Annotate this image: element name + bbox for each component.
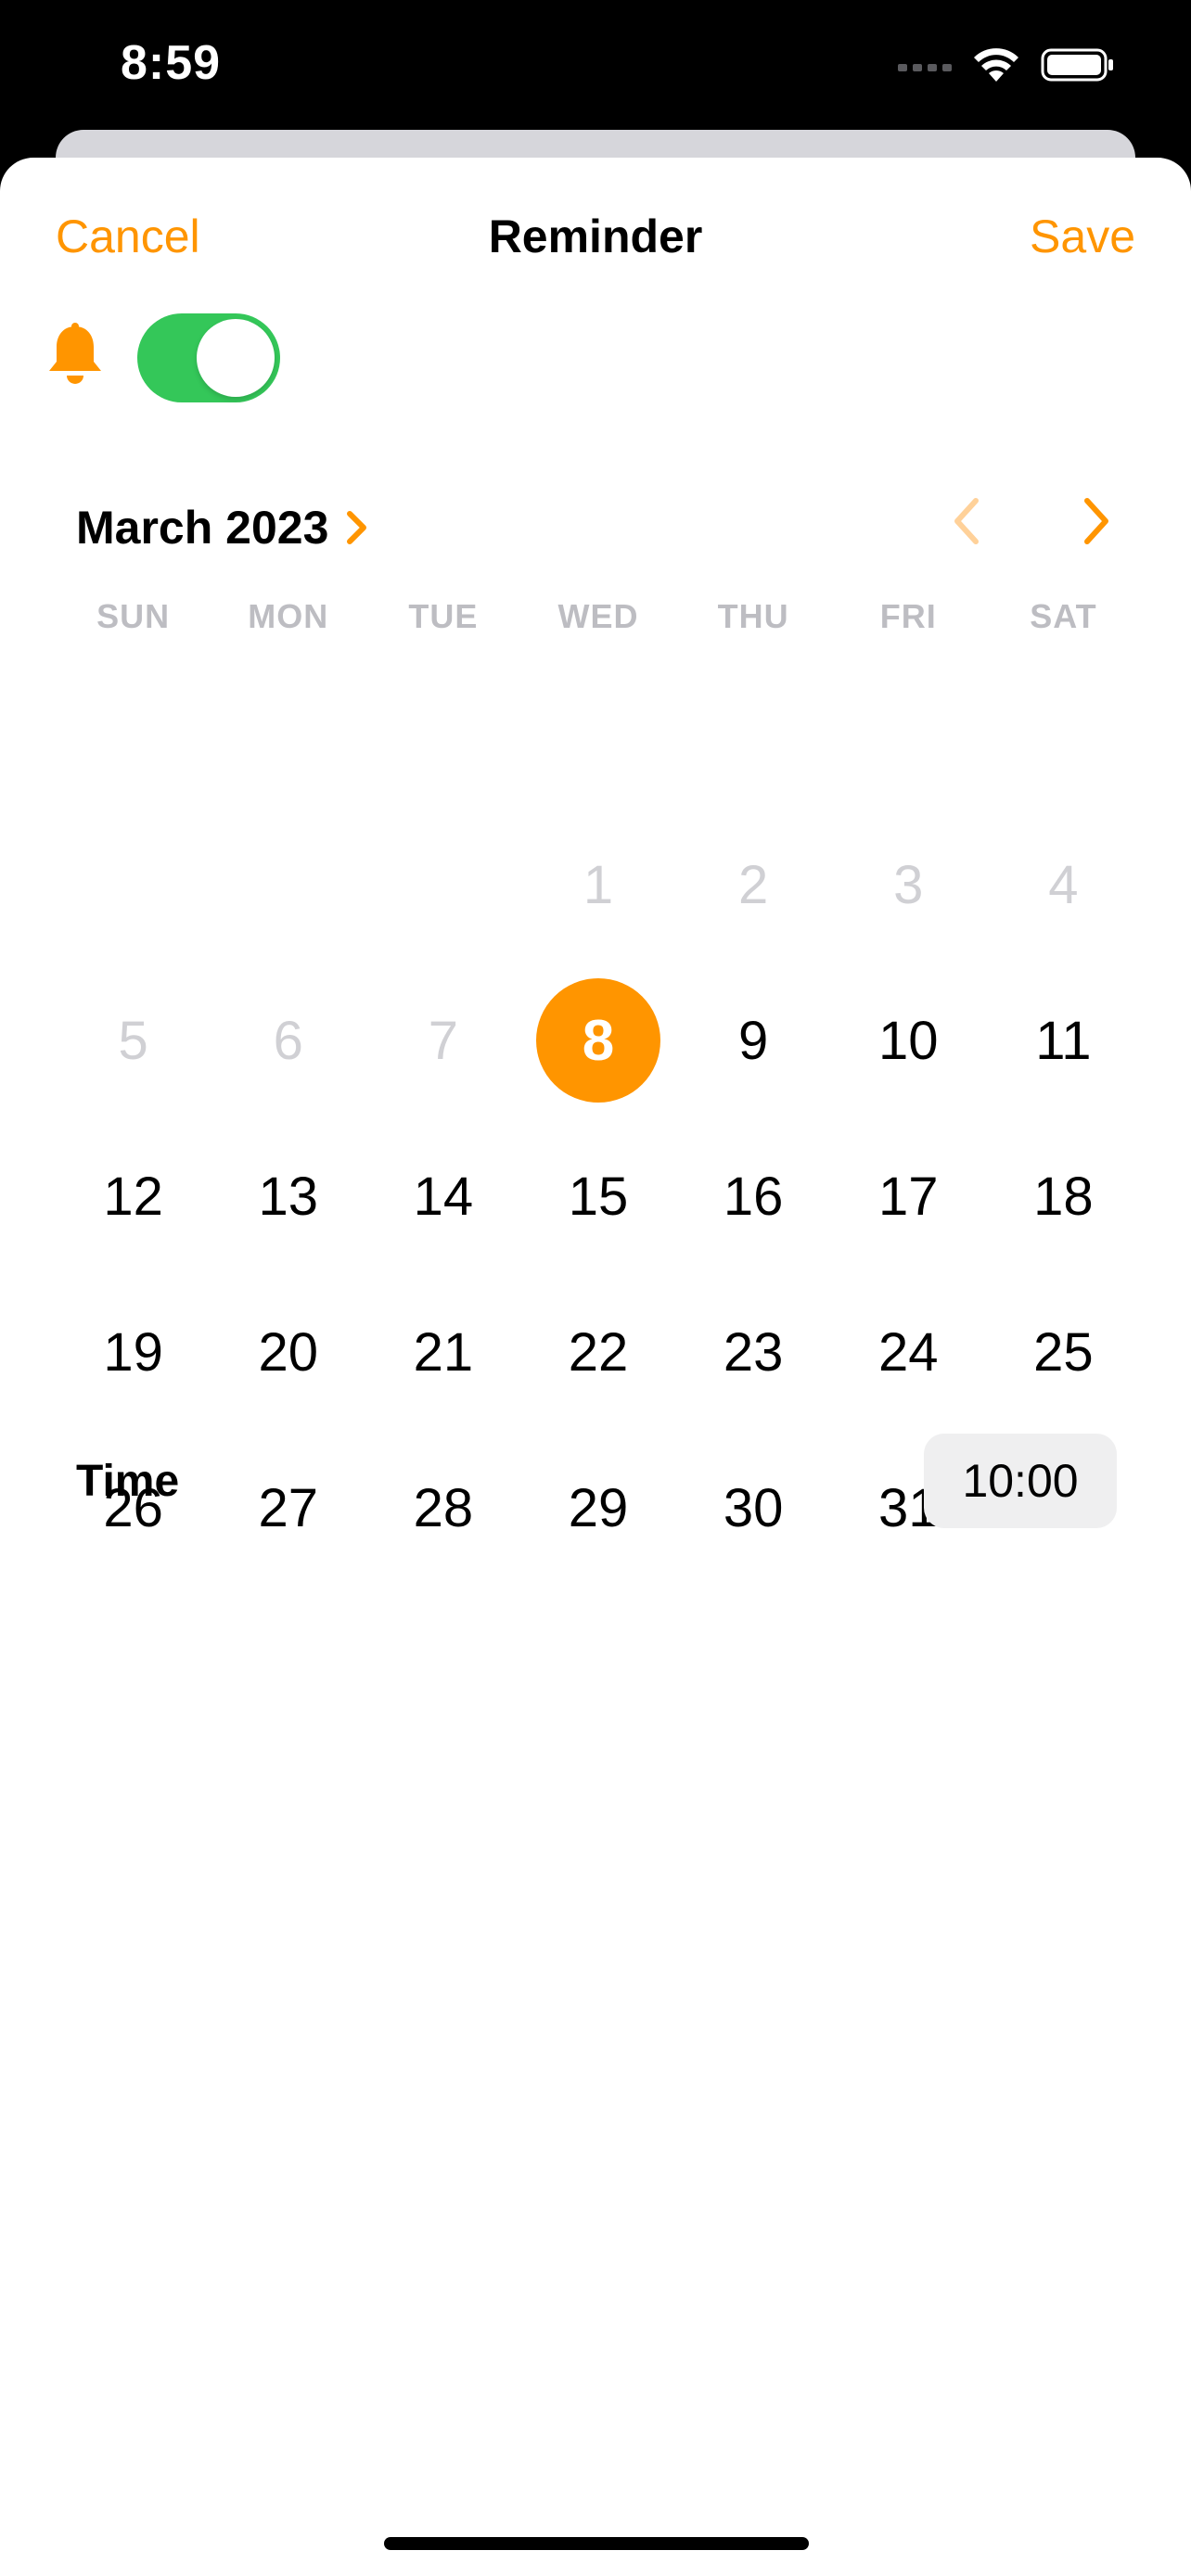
day-cell[interactable]: 11: [986, 963, 1141, 1118]
weekday-header: SUN MON TUE WED THU FRI SAT: [56, 597, 1141, 636]
day-cell[interactable]: 16: [676, 1118, 831, 1274]
day-number: 11: [1035, 1010, 1092, 1071]
home-indicator: [384, 2537, 809, 2550]
bell-icon: [49, 323, 101, 384]
day-number: 29: [568, 1477, 629, 1538]
day-number: 14: [413, 1166, 474, 1227]
status-icons: [898, 46, 1115, 83]
day-cell-selected[interactable]: 8: [520, 963, 675, 1118]
weekday-label: SUN: [96, 597, 171, 635]
day-number: 18: [1033, 1166, 1094, 1227]
day-cell[interactable]: 30: [676, 1430, 831, 1586]
day-number: 19: [103, 1321, 163, 1383]
day-cell[interactable]: 18: [986, 1118, 1141, 1274]
status-bar: 8:59: [0, 0, 1191, 139]
day-number: 23: [723, 1321, 784, 1383]
day-number: 9: [738, 1010, 769, 1071]
day-cell: 6: [211, 963, 365, 1118]
toggle-knob: [197, 319, 275, 397]
day-number: 17: [878, 1166, 939, 1227]
day-cell[interactable]: 9: [676, 963, 831, 1118]
next-month-button[interactable]: [1076, 493, 1117, 549]
reminder-toggle[interactable]: [137, 313, 280, 402]
day-cell: 5: [56, 963, 211, 1118]
month-selector[interactable]: March 2023: [76, 501, 369, 555]
day-cell[interactable]: 29: [520, 1430, 675, 1586]
day-number: 20: [258, 1321, 318, 1383]
day-cell[interactable]: 10: [831, 963, 986, 1118]
day-cell[interactable]: 14: [365, 1118, 520, 1274]
day-cell[interactable]: 20: [211, 1274, 365, 1430]
reminder-sheet: Cancel Reminder Save March 2023 SUN MON …: [0, 158, 1191, 2576]
day-cell[interactable]: 24: [831, 1274, 986, 1430]
status-time: 8:59: [121, 36, 222, 90]
day-number: 6: [273, 1010, 303, 1071]
day-cell[interactable]: 12: [56, 1118, 211, 1274]
day-cell[interactable]: 21: [365, 1274, 520, 1430]
save-button[interactable]: Save: [1030, 210, 1135, 263]
time-label: Time: [76, 1457, 180, 1506]
day-cell-empty: [56, 807, 211, 963]
wifi-icon: [974, 48, 1018, 82]
time-picker-button[interactable]: 10:00: [924, 1434, 1117, 1528]
day-number: 21: [413, 1321, 474, 1383]
day-number: 4: [1048, 854, 1079, 915]
weekday-label: SAT: [1030, 597, 1097, 635]
day-number: 27: [258, 1477, 318, 1538]
day-number: 30: [723, 1477, 784, 1538]
day-number: 25: [1033, 1321, 1094, 1383]
day-number: 28: [413, 1477, 474, 1538]
weekday-label: WED: [557, 597, 639, 635]
day-cell[interactable]: 22: [520, 1274, 675, 1430]
weekday-label: THU: [717, 597, 789, 635]
signal-icon: [898, 64, 952, 71]
battery-icon: [1041, 48, 1113, 82]
day-number: 7: [428, 1010, 458, 1071]
day-cell[interactable]: 13: [211, 1118, 365, 1274]
day-number: 15: [568, 1166, 629, 1227]
day-cell-empty: [365, 807, 520, 963]
day-number: 3: [893, 854, 924, 915]
day-cell[interactable]: 17: [831, 1118, 986, 1274]
day-cell: 2: [676, 807, 831, 963]
day-number: 2: [738, 854, 769, 915]
day-number: 13: [258, 1166, 318, 1227]
day-number: 8: [535, 978, 660, 1103]
day-cell[interactable]: 25: [986, 1274, 1141, 1430]
day-cell[interactable]: 28: [365, 1430, 520, 1586]
day-number: 16: [723, 1166, 784, 1227]
day-cell: 3: [831, 807, 986, 963]
day-cell: 4: [986, 807, 1141, 963]
day-number: 22: [568, 1321, 629, 1383]
day-number: 5: [118, 1010, 148, 1071]
day-cell[interactable]: 23: [676, 1274, 831, 1430]
chevron-right-icon: [347, 511, 367, 544]
day-number: 12: [103, 1166, 163, 1227]
day-number: 10: [878, 1010, 939, 1071]
day-cell-empty: [211, 807, 365, 963]
weekday-label: MON: [248, 597, 329, 635]
month-label: March 2023: [76, 502, 329, 554]
day-cell[interactable]: 26: [56, 1430, 211, 1586]
day-cell: 7: [365, 963, 520, 1118]
day-number: 24: [878, 1321, 939, 1383]
weekday-label: FRI: [879, 597, 937, 635]
weekday-label: TUE: [408, 597, 479, 635]
page-title: Reminder: [488, 210, 703, 262]
day-number: 1: [583, 854, 614, 915]
day-cell[interactable]: 27: [211, 1430, 365, 1586]
day-cell: 1: [520, 807, 675, 963]
day-cell[interactable]: 15: [520, 1118, 675, 1274]
day-cell[interactable]: 19: [56, 1274, 211, 1430]
previous-month-button[interactable]: [946, 493, 987, 549]
